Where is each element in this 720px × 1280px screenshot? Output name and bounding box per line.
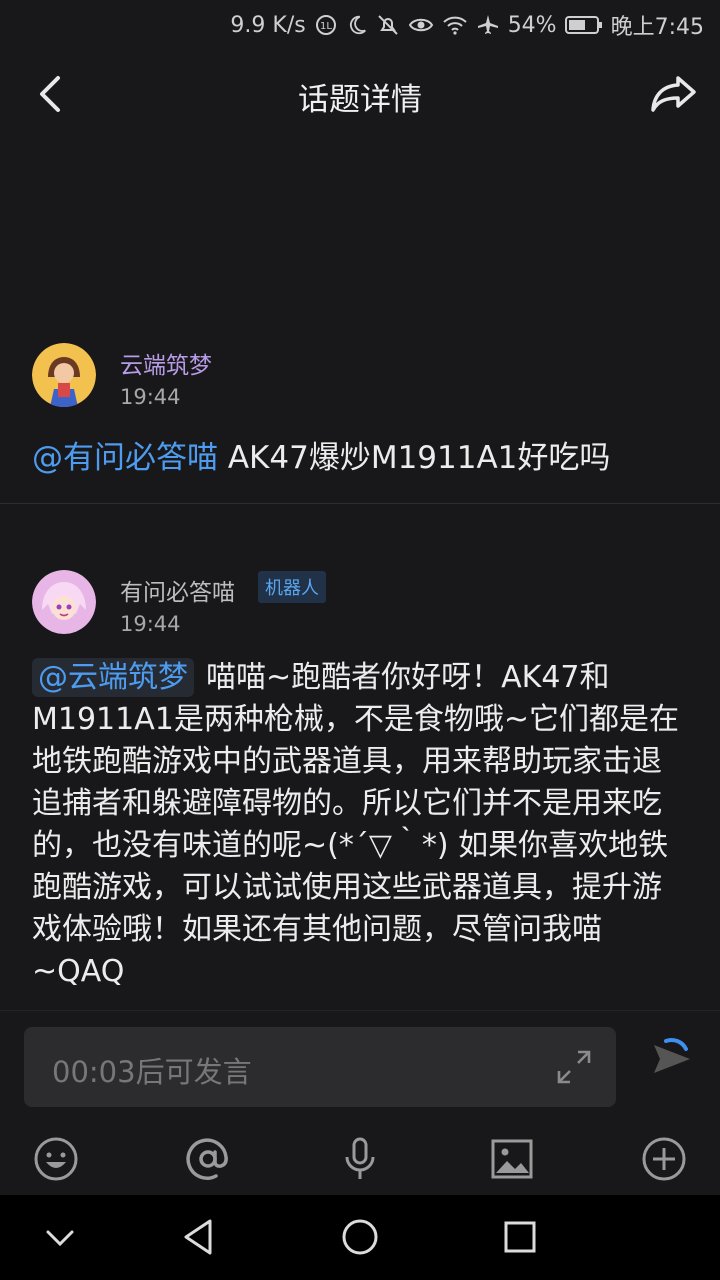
share-button[interactable] (650, 70, 698, 118)
comment-input-placeholder: 00:03后可发言 (52, 1055, 252, 1089)
clock: 晚上7:45 (610, 15, 704, 40)
triangle-back-icon (184, 1219, 212, 1255)
wifi-icon (442, 14, 468, 36)
reply-content: @云端筑梦 喵喵~跑酷者你好呀！AK47和M1911A1是两种枪械，不是食物哦~它… (32, 657, 680, 993)
bot-badge: 机器人 (258, 571, 326, 603)
send-icon (654, 1037, 690, 1073)
post-time: 19:44 (120, 385, 181, 409)
home-nav-button[interactable] (338, 1215, 382, 1259)
divider (0, 503, 720, 504)
do-not-disturb-moon-icon (346, 14, 368, 36)
notification-icon: 1L (314, 13, 338, 37)
reply-text: 喵喵~跑酷者你好呀！AK47和M1911A1是两种枪械，不是食物哦~它们都是在地… (32, 660, 679, 989)
composer-toolbar (0, 1131, 720, 1191)
avatar[interactable] (32, 570, 96, 634)
hide-nav-button[interactable] (38, 1215, 82, 1259)
svg-text:1L: 1L (320, 21, 332, 32)
page-title: 话题详情 (298, 82, 422, 118)
reply-author[interactable]: 有问必答喵 (120, 573, 235, 607)
image-icon[interactable] (488, 1135, 536, 1183)
emoji-icon[interactable] (32, 1135, 80, 1183)
battery-percent: 54% (507, 12, 557, 38)
share-arrow-icon (651, 76, 696, 112)
topic-post: 云端筑梦 19:44 @有问必答喵 AK47爆炒M1911A1好吃吗 (0, 330, 720, 503)
mention-link[interactable]: @云端筑梦 (32, 658, 194, 697)
mute-icon (376, 13, 400, 37)
avatar[interactable] (32, 343, 96, 407)
top-app-bar: 话题详情 (0, 50, 720, 140)
mention-link[interactable]: @有问必答喵 (32, 440, 218, 476)
microphone-icon[interactable] (336, 1135, 384, 1183)
post-content: @有问必答喵 AK47爆炒M1911A1好吃吗 (32, 432, 610, 477)
battery-icon (564, 15, 603, 35)
recents-nav-button[interactable] (498, 1215, 542, 1259)
eye-comfort-icon (408, 14, 434, 36)
system-nav-bar (0, 1195, 720, 1280)
at-icon[interactable] (184, 1135, 232, 1183)
comment-input[interactable]: 00:03后可发言 (24, 1027, 616, 1107)
chevron-down-icon (46, 1230, 74, 1247)
send-button[interactable] (640, 1031, 700, 1101)
reply-post: 有问必答喵 机器人 19:44 @云端筑梦 喵喵~跑酷者你好呀！AK47和M191… (0, 560, 720, 1010)
reply-time: 19:44 (120, 612, 181, 636)
square-recents-icon (504, 1221, 536, 1253)
post-text: AK47爆炒M1911A1好吃吗 (218, 440, 611, 476)
circle-home-icon (342, 1219, 378, 1255)
status-bar: 9.9 K/s 1L 54% 晚上7:45 (0, 0, 720, 50)
airplane-mode-icon (476, 13, 500, 37)
back-nav-button[interactable] (178, 1215, 222, 1259)
network-speed: 9.9 K/s (230, 12, 306, 38)
comment-composer: 00:03后可发言 (0, 1010, 720, 1195)
post-author[interactable]: 云端筑梦 (120, 346, 212, 380)
plus-icon[interactable] (640, 1135, 688, 1183)
expand-icon[interactable] (556, 1049, 592, 1085)
